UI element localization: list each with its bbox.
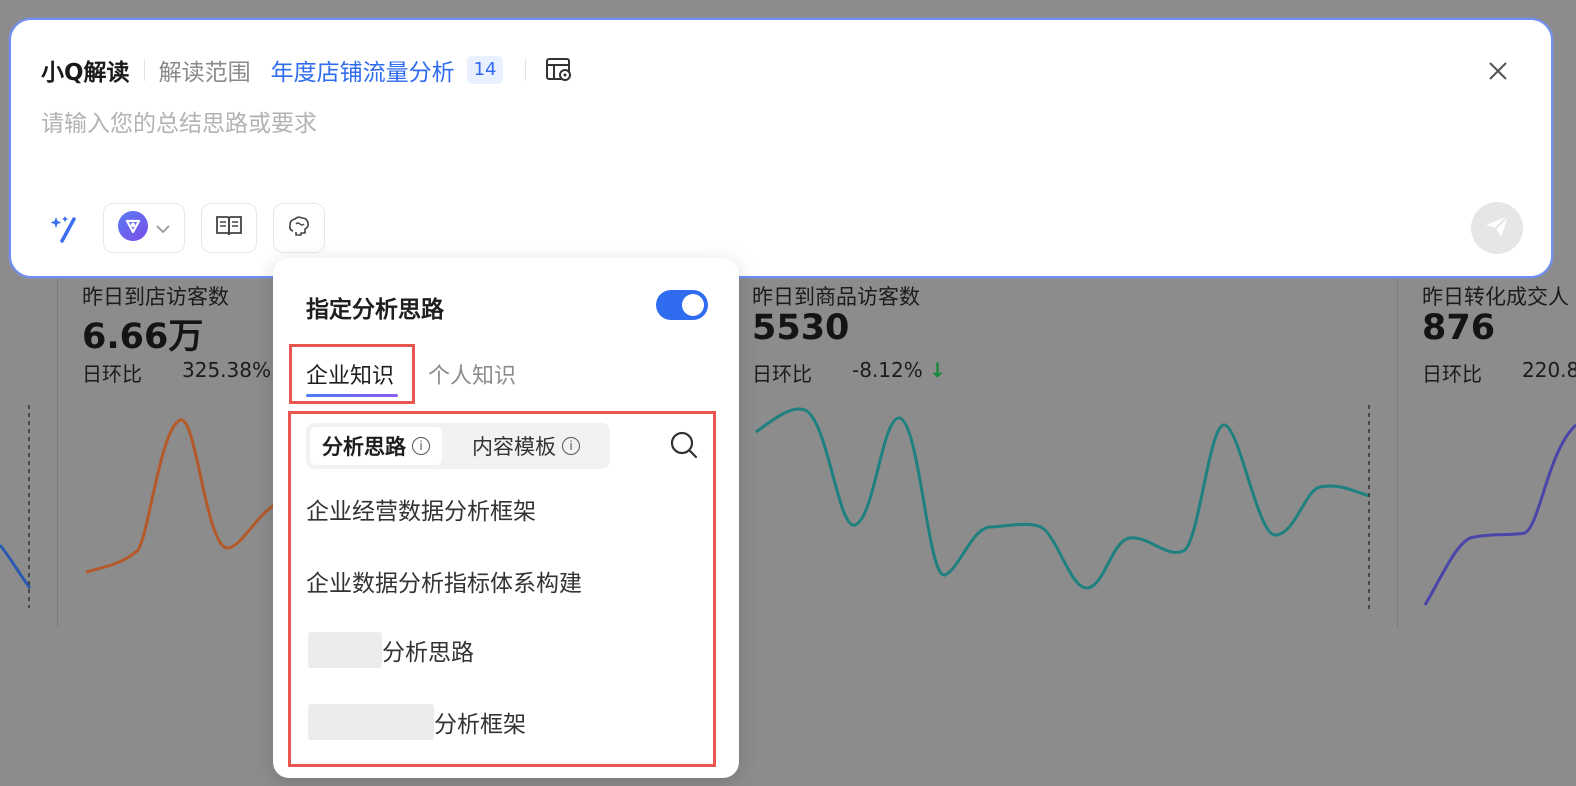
segment-control: 分析思路 i 内容模板 i [306, 423, 610, 469]
analysis-idea-dropdown: 指定分析思路 企业知识 个人知识 分析思路 i 内容模板 i 企业经营数据分析框… [273, 258, 739, 778]
send-icon [1483, 212, 1511, 244]
info-icon: i [562, 437, 580, 455]
tab-personal-knowledge[interactable]: 个人知识 [428, 358, 516, 390]
scope-count-badge: 14 [466, 56, 504, 84]
model-select-button[interactable] [103, 203, 185, 253]
segment-label: 分析思路 [322, 435, 406, 459]
redacted-block [308, 632, 382, 668]
panel-title: 小Q解读 [41, 60, 130, 86]
redacted-block [308, 704, 434, 740]
list-item[interactable]: 企业经营数据分析框架 [306, 492, 536, 526]
sparkle-pen-icon[interactable] [41, 204, 89, 252]
scope-link[interactable]: 年度店铺流量分析 [271, 53, 455, 87]
close-icon[interactable] [1485, 58, 1511, 84]
panel-header: 小Q解读 解读范围 年度店铺流量分析 14 [41, 54, 574, 86]
table-settings-icon[interactable] [544, 55, 574, 85]
tab-enterprise-knowledge[interactable]: 企业知识 [306, 358, 394, 390]
dropdown-title: 指定分析思路 [306, 297, 444, 323]
list-item[interactable]: 企业数据分析指标体系构建 [306, 564, 582, 598]
list-item[interactable]: 分析框架 [306, 704, 526, 740]
segment-analysis-idea[interactable]: 分析思路 i [310, 427, 442, 465]
knowledge-book-button[interactable] [201, 203, 257, 253]
prompt-input[interactable] [41, 104, 1341, 144]
scope-label: 解读范围 [158, 60, 251, 86]
list-item-label: 企业数据分析指标体系构建 [306, 571, 582, 597]
analysis-idea-button[interactable] [273, 203, 325, 253]
segment-content-template[interactable]: 内容模板 i [460, 427, 592, 465]
list-item[interactable]: 分析思路 [306, 632, 474, 668]
toggle-knob [682, 294, 704, 316]
book-icon [215, 214, 243, 242]
divider [143, 59, 145, 81]
list-item-label: 分析思路 [382, 640, 474, 666]
brain-icon [287, 214, 311, 242]
ai-interpret-panel: 小Q解读 解读范围 年度店铺流量分析 14 [9, 18, 1553, 278]
list-item-label: 企业经营数据分析框架 [306, 499, 536, 525]
chevron-down-icon [155, 219, 171, 238]
model-logo-icon [117, 210, 149, 246]
send-button[interactable] [1471, 202, 1523, 254]
search-icon[interactable] [669, 430, 699, 460]
input-toolbar [41, 202, 341, 254]
divider [525, 59, 527, 81]
segment-label: 内容模板 [472, 435, 556, 459]
tab-underline [306, 394, 398, 397]
analysis-idea-toggle[interactable] [656, 290, 708, 320]
list-item-label: 分析框架 [434, 712, 526, 738]
info-icon: i [412, 437, 430, 455]
